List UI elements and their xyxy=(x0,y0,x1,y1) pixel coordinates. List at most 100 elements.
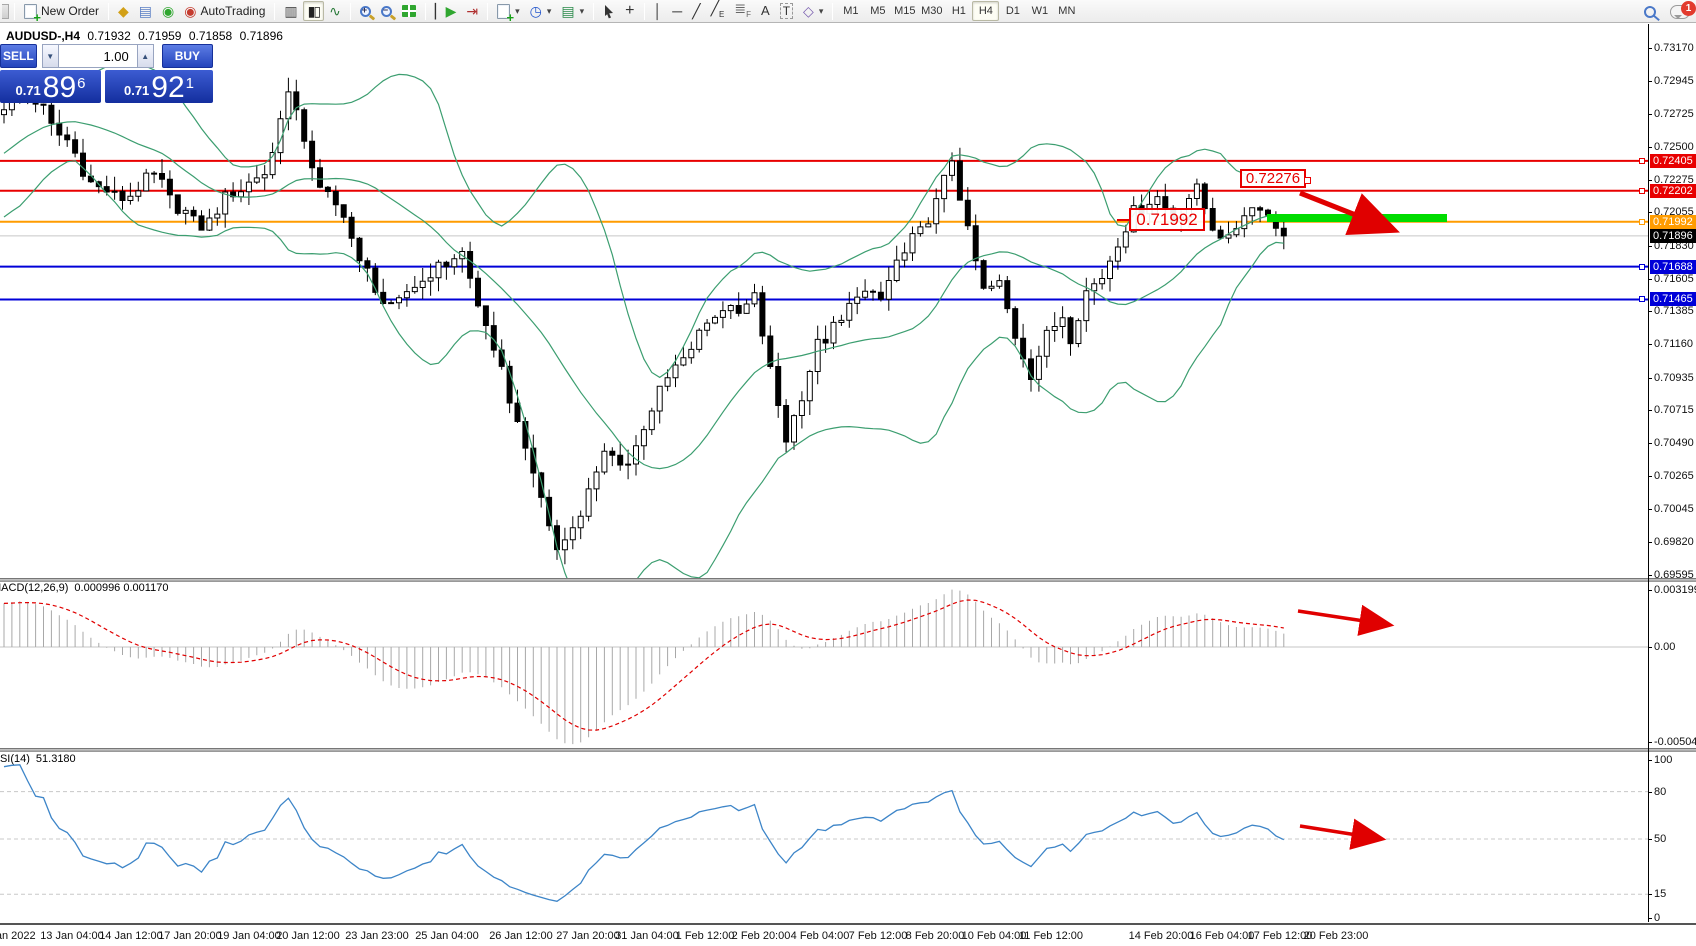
macd-tick xyxy=(1648,590,1652,591)
macd-value1: 0.000996 xyxy=(74,582,120,594)
zoom-out-button[interactable]: − xyxy=(376,1,397,21)
toolbar-separator xyxy=(274,3,275,20)
bar-close: 0.71896 xyxy=(240,29,283,43)
shapes-tool[interactable]: ◇ ▾ xyxy=(798,1,828,21)
price-tick xyxy=(1648,81,1652,82)
date-label: 16 Feb 04:00 xyxy=(1190,930,1255,942)
notifications-icon[interactable]: 1 xyxy=(1670,5,1690,19)
macd-tick-label: 0.003199 xyxy=(1654,584,1696,596)
pane-separator[interactable] xyxy=(0,578,1696,582)
sell-price-display[interactable]: 0.71896 xyxy=(0,70,101,103)
text-tool[interactable]: A xyxy=(756,1,775,21)
price-tick-label: 0.71605 xyxy=(1654,273,1694,285)
price-tick-label: 0.69595 xyxy=(1654,569,1694,581)
volume-increase-button[interactable]: ▲ xyxy=(137,44,154,68)
price-tick-label: 0.69820 xyxy=(1654,536,1694,548)
price-annotation-support[interactable]: 0.71992 xyxy=(1129,208,1205,231)
dropdown-arrow-icon: ▾ xyxy=(515,6,520,17)
date-label: Jan 2022 xyxy=(0,930,36,942)
macd-value2: 0.001170 xyxy=(123,582,168,594)
bar-chart-button[interactable]: ▥ xyxy=(279,1,302,21)
rsi-name: RSI(14) xyxy=(0,753,30,765)
buy-button[interactable]: BUY xyxy=(162,44,213,68)
timeframe-h4[interactable]: H4 xyxy=(972,1,999,21)
price-marker-label: 0.71896 xyxy=(1650,229,1696,243)
rsi-tick-label: 80 xyxy=(1654,786,1666,798)
buy-price-display[interactable]: 0.71921 xyxy=(105,70,213,103)
timeframe-m5[interactable]: M5 xyxy=(864,1,891,21)
volume-input[interactable]: 1.00 xyxy=(59,44,137,68)
price-annotation-high[interactable]: 0.72276 xyxy=(1240,169,1306,188)
chart-shift-button[interactable]: ⇥ xyxy=(461,1,483,21)
templates-button[interactable]: ▤ ▾ xyxy=(556,1,589,21)
market-watch-button[interactable]: ◆ xyxy=(113,1,134,21)
autotrading-button[interactable]: ◉ AutoTrading xyxy=(179,1,270,21)
price-tick xyxy=(1648,542,1652,543)
pane-separator[interactable] xyxy=(0,748,1696,752)
tile-windows-button[interactable] xyxy=(397,1,421,21)
price-tick xyxy=(1648,476,1652,477)
horizontal-line-tool[interactable]: ─ xyxy=(667,1,687,21)
date-label: 25 Jan 04:00 xyxy=(415,930,479,942)
data-window-icon: ▤ xyxy=(139,4,152,18)
volume-decrease-button[interactable]: ▼ xyxy=(42,44,59,68)
new-order-button[interactable]: + New Order xyxy=(19,1,104,21)
macd-name: MACD(12,26,9) xyxy=(0,582,68,594)
toolbar-separator xyxy=(14,3,15,20)
crosshair-tool-button[interactable]: + xyxy=(620,1,639,21)
search-icon[interactable] xyxy=(1644,6,1656,18)
label-tool[interactable]: T xyxy=(775,1,798,21)
macd-pane-label: MACD(12,26,9) 0.000996 0.001170 xyxy=(0,582,168,594)
line-anchor-square xyxy=(1639,219,1645,225)
cursor-tool-button[interactable] xyxy=(598,1,620,21)
rsi-tick xyxy=(1648,792,1652,793)
price-marker-label: 0.71465 xyxy=(1650,292,1696,306)
timeframe-m30[interactable]: M30 xyxy=(918,1,945,21)
fibonacci-icon: ≣F xyxy=(734,1,751,22)
macd-tick xyxy=(1648,742,1652,743)
horizontal-line-icon: ─ xyxy=(672,4,682,18)
cut-toolbar-icon xyxy=(2,4,9,19)
line-chart-button[interactable]: ∿ xyxy=(324,1,346,21)
zoom-in-icon: + xyxy=(360,6,371,17)
bar-chart-icon: ▥ xyxy=(284,4,297,18)
text-icon: A xyxy=(761,4,770,18)
price-tick xyxy=(1648,246,1652,247)
data-window-button[interactable]: ▤ xyxy=(134,1,157,21)
date-label: 14 Jan 12:00 xyxy=(99,930,163,942)
auto-scroll-button[interactable]: ▏▶ xyxy=(430,1,462,21)
trendline-tool[interactable]: ╱ xyxy=(687,1,705,21)
periods-button[interactable]: ◷ ▾ xyxy=(525,1,557,21)
zoom-in-button[interactable]: + xyxy=(355,1,376,21)
indicators-button[interactable]: + ▾ xyxy=(492,1,525,21)
timeframe-m1[interactable]: M1 xyxy=(837,1,864,21)
price-tick-label: 0.70490 xyxy=(1654,437,1694,449)
signals-button[interactable]: ◉ xyxy=(157,1,179,21)
price-marker-label: 0.71688 xyxy=(1650,260,1696,274)
fibonacci-tool[interactable]: ≣F xyxy=(729,1,756,21)
trendline-icon: ╱ xyxy=(692,4,700,18)
timeframe-d1[interactable]: D1 xyxy=(999,1,1026,21)
price-tick xyxy=(1648,311,1652,312)
timeframe-w1[interactable]: W1 xyxy=(1026,1,1053,21)
price-marker-label: 0.72202 xyxy=(1650,184,1696,198)
vertical-line-tool[interactable]: │ xyxy=(649,1,668,21)
chart-canvas[interactable] xyxy=(0,0,1696,946)
candlestick-chart-button[interactable]: ▮▯ xyxy=(303,1,324,21)
rsi-tick-label: 50 xyxy=(1654,833,1666,845)
symbol-timeframe: AUDUSD-,H4 xyxy=(6,29,80,43)
bar-high: 0.71959 xyxy=(138,29,181,43)
time-axis[interactable]: Jan 202213 Jan 04:0014 Jan 12:0017 Jan 2… xyxy=(0,923,1696,946)
date-label: 13 Jan 04:00 xyxy=(40,930,104,942)
price-tick xyxy=(1648,443,1652,444)
price-tick-label: 0.71160 xyxy=(1654,338,1693,350)
rsi-value: 51.3180 xyxy=(36,753,76,765)
channel-tool[interactable]: ╱E xyxy=(706,1,730,21)
timeframe-h1[interactable]: H1 xyxy=(945,1,972,21)
new-order-label: New Order xyxy=(41,4,99,18)
dropdown-arrow-icon: ▾ xyxy=(819,6,824,17)
timeframe-mn[interactable]: MN xyxy=(1053,1,1080,21)
sell-button[interactable]: SELL xyxy=(0,44,37,68)
timeframe-m15[interactable]: M15 xyxy=(891,1,918,21)
autotrading-label: AutoTrading xyxy=(200,4,265,18)
